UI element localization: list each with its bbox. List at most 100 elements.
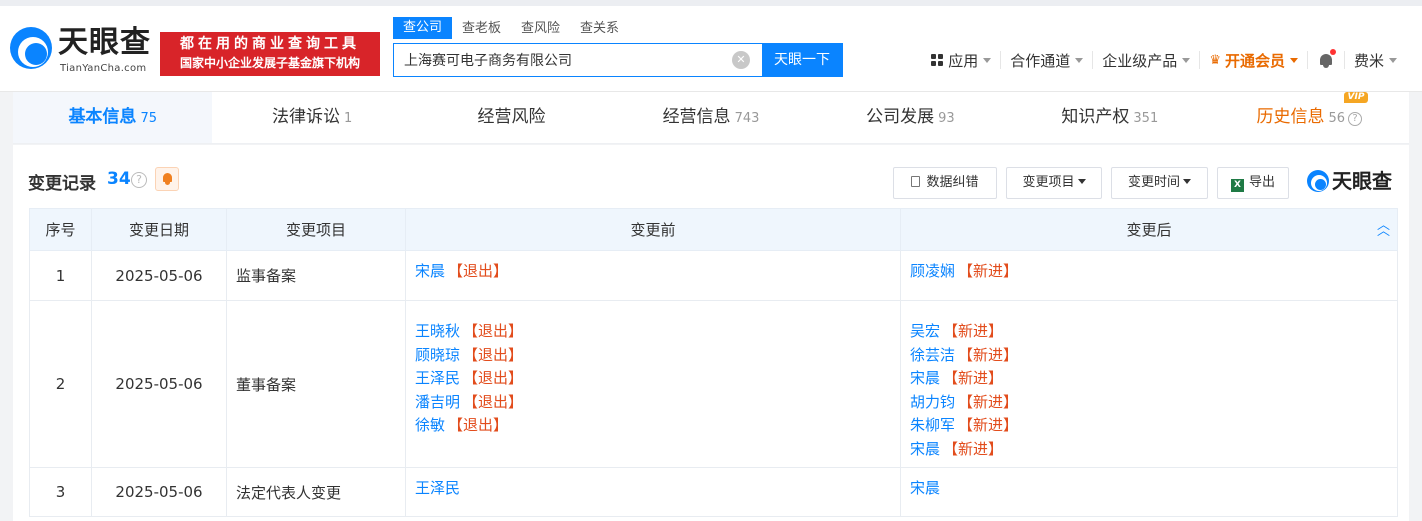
new-tag: 【新进】 bbox=[943, 369, 1004, 387]
person-link[interactable]: 朱柳军 bbox=[910, 416, 955, 434]
column-header: 变更前 bbox=[405, 208, 901, 251]
before-cell: 王泽民 bbox=[405, 467, 901, 517]
tab-business-info[interactable]: 经营信息 743 bbox=[611, 92, 810, 143]
new-tag: 【新进】 bbox=[958, 262, 1019, 280]
row-number: 1 bbox=[29, 250, 92, 301]
change-date: 2025-05-06 bbox=[91, 250, 227, 301]
search-tab-boss[interactable]: 查老板 bbox=[452, 19, 511, 39]
nav-apps-label: 应用 bbox=[948, 51, 979, 70]
person-entry: 吴宏 【新进】 bbox=[910, 320, 1388, 344]
nav-enterprise-products[interactable]: 企业级产品 bbox=[1093, 51, 1201, 70]
tab-label: 公司发展 bbox=[866, 107, 935, 127]
nav-user-menu[interactable]: 费米 bbox=[1345, 51, 1406, 70]
chevron-down-icon bbox=[1182, 57, 1191, 63]
nav-apps[interactable]: 应用 bbox=[922, 51, 1002, 70]
button-label: 变更项目 bbox=[1022, 175, 1075, 190]
search-button[interactable]: 天眼一下 bbox=[762, 44, 842, 76]
search-tab-risk[interactable]: 查风险 bbox=[511, 19, 570, 39]
export-button[interactable]: X 导出 bbox=[1217, 167, 1289, 199]
slogan-line-1: 都在用的商业查询工具 bbox=[180, 36, 360, 52]
tab-legal[interactable]: 法律诉讼 1 bbox=[212, 92, 411, 143]
search-tab-relation[interactable]: 查关系 bbox=[570, 19, 629, 39]
new-tag: 【新进】 bbox=[943, 439, 1004, 458]
person-link[interactable]: 王泽民 bbox=[415, 479, 460, 497]
person-link[interactable]: 宋晨 bbox=[910, 479, 940, 497]
person-entry: 潘吉明 【退出】 bbox=[415, 391, 891, 415]
company-section-tabs: 基本信息 75 法律诉讼 1 经营风险 经营信息 743 公司发展 93 知识产权 351… bbox=[13, 92, 1409, 144]
button-label: 导出 bbox=[1248, 175, 1275, 190]
bell-icon bbox=[163, 173, 172, 182]
tab-label: 经营信息 bbox=[662, 107, 731, 127]
button-label: 数据纠错 bbox=[926, 175, 979, 190]
person-link[interactable]: 王晓秋 bbox=[415, 322, 460, 340]
button-label: 变更时间 bbox=[1127, 175, 1180, 190]
tab-basic-info[interactable]: 基本信息 75 bbox=[13, 92, 213, 143]
slogan-banner[interactable]: 都在用的商业查询工具 国家中小企业发展子基金旗下机构 bbox=[160, 32, 380, 76]
top-nav: 应用 合作通道 企业级产品 ♛ 开通会员 费米 bbox=[922, 44, 1406, 76]
table-row: 2 2025-05-06 董事备案 王晓秋 【退出】 顾晓琼 【退出】 王泽民 【退出】 潘吉明【… bbox=[29, 300, 1398, 468]
person-entry: 顾晓琼 【退出】 bbox=[415, 344, 891, 368]
tab-ip[interactable]: 知识产权 351 bbox=[1010, 92, 1209, 143]
search-input[interactable] bbox=[394, 44, 732, 76]
person-entry: 宋晨 bbox=[910, 477, 1388, 501]
clear-search-icon[interactable]: ✕ bbox=[732, 51, 750, 69]
nav-notifications[interactable] bbox=[1308, 49, 1345, 69]
change-time-filter[interactable]: 变更时间 bbox=[1111, 167, 1208, 199]
person-entry: 王泽民 【退出】 bbox=[415, 367, 891, 391]
chevron-down-icon bbox=[1389, 57, 1397, 63]
person-link[interactable]: 顾凌娴 bbox=[910, 262, 955, 280]
exit-tag: 【退出】 bbox=[463, 322, 524, 340]
excel-icon: X bbox=[1230, 179, 1244, 192]
change-item: 监事备案 bbox=[226, 250, 406, 301]
person-link[interactable]: 胡力钧 bbox=[910, 393, 955, 411]
person-link[interactable]: 吴宏 bbox=[910, 322, 940, 340]
bell-icon bbox=[1319, 49, 1336, 68]
after-cell: 顾凌娴 【新进】 bbox=[900, 250, 1398, 301]
search-tab-company[interactable]: 查公司 bbox=[393, 17, 453, 39]
collapse-icon[interactable]: ︿ ︿ bbox=[1377, 219, 1390, 238]
chevron-down-icon bbox=[983, 57, 992, 63]
tab-history[interactable]: VIP 历史信息 56? bbox=[1210, 92, 1409, 143]
person-link[interactable]: 宋晨 bbox=[910, 440, 940, 458]
monitor-bell-button[interactable] bbox=[155, 167, 179, 191]
person-link[interactable]: 顾晓琼 bbox=[415, 346, 460, 364]
person-entry: 徐芸洁 【新进】 bbox=[910, 344, 1388, 368]
nav-open-vip[interactable]: ♛ 开通会员 bbox=[1200, 51, 1308, 70]
tab-count: 56 bbox=[1328, 111, 1346, 126]
help-icon[interactable]: ? bbox=[1348, 112, 1363, 126]
row-number: 3 bbox=[29, 467, 92, 517]
help-icon[interactable]: ? bbox=[131, 172, 147, 188]
logo-mark-icon bbox=[1307, 170, 1329, 192]
watermark-logo: 天眼查 bbox=[1307, 167, 1403, 197]
person-link[interactable]: 王泽民 bbox=[415, 369, 460, 387]
tab-label: 基本信息 bbox=[68, 107, 137, 127]
tab-business-risk[interactable]: 经营风险 bbox=[412, 92, 611, 143]
change-item-filter[interactable]: 变更项目 bbox=[1006, 167, 1102, 199]
column-header: 序号 bbox=[29, 208, 92, 251]
person-entry: 朱柳军 【新进】 bbox=[910, 414, 1388, 438]
person-link[interactable]: 宋晨 bbox=[415, 262, 445, 280]
table-row: 3 2025-05-06 法定代表人变更 王泽民 宋晨 bbox=[29, 467, 1398, 517]
person-link[interactable]: 徐敏 bbox=[415, 416, 445, 434]
exit-tag: 【退出】 bbox=[463, 369, 524, 387]
new-tag: 【新进】 bbox=[943, 322, 1004, 340]
person-entry: 胡力钧 【新进】 bbox=[910, 391, 1388, 415]
tab-development[interactable]: 公司发展 93 bbox=[811, 92, 1010, 143]
exit-tag: 【退出】 bbox=[463, 345, 524, 364]
person-entry: 宋晨 【退出】 bbox=[415, 260, 891, 284]
nav-channels[interactable]: 合作通道 bbox=[1001, 51, 1094, 70]
person-link[interactable]: 徐芸洁 bbox=[910, 346, 955, 364]
tianyancha-logo[interactable]: 天眼查 TianYanCha.com bbox=[10, 25, 150, 77]
person-link[interactable]: 潘吉明 bbox=[415, 393, 460, 411]
caret-down-icon bbox=[1077, 179, 1086, 184]
caret-down-icon bbox=[1183, 179, 1191, 184]
exit-tag: 【退出】 bbox=[448, 262, 509, 280]
change-records-table: 序号 变更日期 变更项目 变更前 变更后 ︿ ︿ 1 2025-05-06 监事备案 宋晨… bbox=[29, 208, 1398, 517]
tab-label: 历史信息 bbox=[1256, 107, 1325, 127]
column-header: 变更日期 bbox=[91, 208, 227, 251]
person-entry: 宋晨 【新进】 bbox=[910, 367, 1388, 391]
unread-dot bbox=[1329, 49, 1336, 55]
data-correction-button[interactable]: 数据纠错 bbox=[893, 167, 997, 199]
person-link[interactable]: 宋晨 bbox=[910, 369, 940, 387]
tab-count: 1 bbox=[343, 111, 353, 126]
